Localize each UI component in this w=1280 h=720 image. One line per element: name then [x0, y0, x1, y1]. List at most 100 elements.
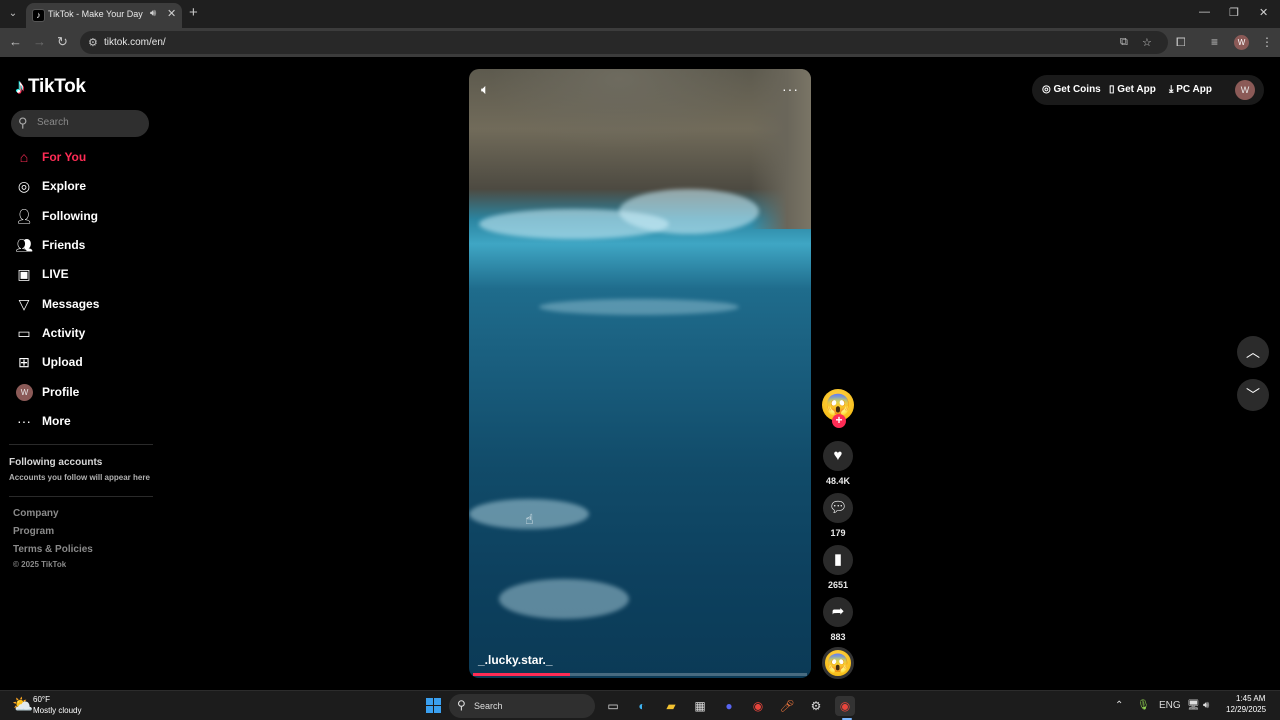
like-button[interactable]: ♥ [823, 441, 853, 471]
back-button[interactable]: ← [9, 35, 22, 49]
get-coins-button[interactable]: ◎ Get Coins [1042, 84, 1101, 95]
new-tab-button[interactable]: + [189, 5, 198, 20]
footer-link-program[interactable]: Program [13, 526, 54, 537]
install-app-icon[interactable]: ⧉ [1120, 36, 1128, 49]
search-input[interactable]: ⚲ Search [11, 110, 149, 137]
follow-button[interactable]: + [832, 414, 846, 428]
sidebar-item-label: LIVE [42, 267, 69, 281]
weather-cloud-icon[interactable]: ⛅ [12, 695, 33, 715]
tiktok-logo[interactable]: ♪ TikTok [15, 75, 86, 99]
forward-button[interactable]: → [33, 35, 46, 49]
browser-toolbar: ← → ↻ ⚙︎ tiktok.com/en/ ⧉ ☆ ⧠ ≡ W ⋮ [0, 28, 1280, 57]
browser-profile-avatar[interactable]: W [1234, 35, 1249, 50]
sound-disc[interactable]: 😱 [822, 647, 854, 679]
close-window-button[interactable]: ✕ [1259, 6, 1268, 19]
tab-title: TikTok - Make Your Day [48, 9, 143, 19]
comment-button[interactable]: 💬︎ [823, 493, 853, 523]
header-actions: ◎ Get Coins ▯ Get App ⤓ PC App W [1032, 75, 1264, 105]
phone-icon: ▯ [1109, 84, 1115, 95]
windows-start-icon[interactable] [426, 698, 441, 713]
divider [9, 444, 153, 445]
more-options-icon[interactable]: ··· [782, 81, 799, 97]
sidebar-item-live[interactable]: ▣ LIVE [0, 262, 150, 288]
sidebar-item-label: Following [42, 209, 98, 223]
chrome-profile-icon[interactable]: ◉ [835, 696, 855, 716]
logo-text: TikTok [28, 76, 86, 97]
microphone-tray-icon[interactable]: 🎙︎ [1137, 700, 1150, 711]
site-info-icon[interactable]: ⚙︎ [88, 36, 98, 49]
tab-search-menu-icon[interactable]: ⌄ [4, 5, 22, 23]
bookmark-star-icon[interactable]: ☆ [1142, 36, 1152, 49]
get-app-button[interactable]: ▯ Get App [1109, 84, 1156, 95]
video-frame-wave [619, 189, 759, 234]
sidebar-item-upload[interactable]: ⊞ Upload [0, 350, 150, 376]
address-bar[interactable]: ⚙︎ tiktok.com/en/ ⧉ ☆ [80, 31, 1168, 54]
share-button[interactable]: ➦ [823, 597, 853, 627]
discord-icon[interactable]: ● [719, 696, 739, 716]
sidebar-item-label: For You [42, 150, 87, 164]
like-count: 48.4K [825, 476, 851, 486]
next-video-button[interactable]: ﹀ [1237, 379, 1269, 411]
weather-temperature[interactable]: 60°F [33, 695, 50, 704]
weather-description[interactable]: Mostly cloudy [33, 706, 81, 715]
comment-count: 179 [830, 528, 846, 538]
restore-button[interactable]: ❐ [1229, 6, 1239, 19]
sidebar-item-messages[interactable]: ▽ Messages [0, 292, 150, 318]
media-control-icon[interactable]: ≡ [1211, 35, 1218, 49]
url-text[interactable]: tiktok.com/en/ [104, 37, 166, 48]
file-explorer-icon[interactable]: ▰ [661, 696, 681, 716]
video-player[interactable]: 🔈︎ ··· _.lucky.star._ [469, 69, 811, 678]
taskbar-search[interactable]: ⚲ Search [449, 694, 595, 718]
reload-button[interactable]: ↻ [57, 35, 68, 49]
comment-icon: 💬︎ [828, 499, 848, 516]
footer-link-company[interactable]: Company [13, 508, 59, 519]
coin-icon: ◎ [1042, 84, 1051, 95]
browser-menu-icon[interactable]: ⋮ [1261, 35, 1273, 49]
clock-date[interactable]: 12/29/2025 [1226, 705, 1266, 714]
sidebar-item-more[interactable]: ··· More [0, 409, 150, 435]
chevron-down-icon: ﹀ [1246, 387, 1260, 403]
sidebar-item-friends[interactable]: 👥︎ Friends [0, 233, 150, 259]
tab-close-icon[interactable]: ✕ [167, 7, 176, 20]
task-view-icon[interactable]: ▭ [603, 696, 623, 716]
sidebar-item-following[interactable]: 👤︎ Following [0, 204, 150, 230]
extensions-icon[interactable]: ⧠ [1176, 35, 1186, 50]
clock-time[interactable]: 1:45 AM [1236, 694, 1265, 703]
network-icon[interactable]: 🖥︎ [1187, 700, 1200, 711]
sidebar-item-activity[interactable]: ▭ Activity [0, 321, 150, 347]
save-count: 2651 [827, 580, 849, 590]
paper-plane-icon: ▽ [18, 296, 30, 312]
minimize-button[interactable]: — [1199, 6, 1210, 18]
volume-icon[interactable]: 🔊︎ [1203, 700, 1209, 711]
store-icon[interactable]: ▦ [690, 696, 710, 716]
footer-link-terms[interactable]: Terms & Policies [13, 544, 93, 555]
friends-icon: 👥︎ [15, 237, 33, 253]
plus-square-icon: ⊞ [18, 354, 30, 370]
pc-app-button[interactable]: ⤓ PC App [1169, 84, 1212, 95]
sidebar-item-explore[interactable]: ◎ Explore [0, 174, 150, 200]
compass-icon: ◎ [17, 178, 31, 194]
following-accounts-subtitle: Accounts you follow will appear here [9, 473, 150, 482]
save-button[interactable]: ▮ [823, 545, 853, 575]
tab-audio-icon[interactable]: 🔊︎ [150, 8, 156, 19]
mute-icon[interactable]: 🔈︎ [481, 81, 489, 98]
video-progress-bar[interactable] [473, 673, 807, 676]
chrome-icon[interactable]: ◉ [748, 696, 768, 716]
previous-video-button[interactable]: ︿ [1237, 336, 1269, 368]
edge-icon[interactable]: ◐ [632, 696, 652, 716]
browser-tab[interactable]: ♪ TikTok - Make Your Day 🔊︎ ✕ [26, 3, 182, 28]
language-indicator[interactable]: ENG [1159, 700, 1181, 711]
sidebar-item-label: Explore [42, 179, 87, 193]
share-arrow-icon: ➦ [831, 603, 845, 620]
microphone-app-icon[interactable]: 🎤︎ [777, 696, 797, 716]
avatar[interactable]: W [1235, 80, 1255, 100]
sidebar-item-for-you[interactable]: ⌂ For You [0, 145, 150, 171]
sidebar-item-label: Upload [42, 355, 83, 369]
screen: ⌄ ♪ TikTok - Make Your Day 🔊︎ ✕ + — ❐ ✕ … [0, 0, 1280, 720]
settings-app-icon[interactable]: ⚙︎ [806, 696, 826, 716]
taskbar-search-label: Search [474, 701, 503, 711]
video-author[interactable]: _.lucky.star._ [478, 653, 553, 667]
browser-tab-strip: ⌄ ♪ TikTok - Make Your Day 🔊︎ ✕ + — ❐ ✕ [0, 0, 1280, 28]
sidebar-item-profile[interactable]: W Profile [0, 380, 150, 406]
tray-overflow-icon[interactable]: ⌃ [1115, 700, 1123, 711]
